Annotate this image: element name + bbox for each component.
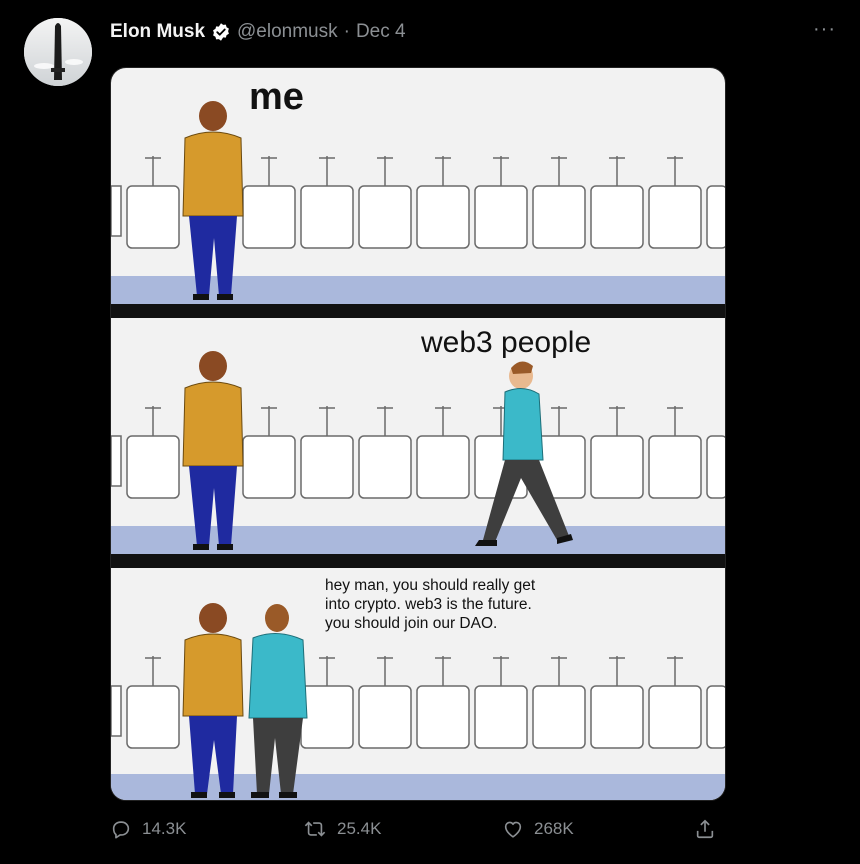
share-icon [696, 819, 714, 839]
retweet-icon [304, 821, 326, 837]
panel-divider [111, 304, 725, 318]
starship-avatar-image [24, 18, 92, 86]
tweet-actions: 14.3K 25.4K 268K [110, 818, 726, 848]
meme-panel-2: web3 people [111, 318, 725, 554]
like-count: 268K [534, 819, 574, 838]
reply-icon [112, 821, 130, 839]
man-yellow-hoodie [182, 101, 244, 300]
man-yellow-hoodie [182, 351, 244, 550]
panel-divider [111, 554, 725, 568]
like-button[interactable]: 268K [502, 818, 574, 840]
urinal-row-illustration [111, 101, 725, 304]
separator-dot: · [343, 21, 350, 42]
tweet-media[interactable]: me web3 people hey man, you should reall… [110, 67, 726, 801]
verified-badge-icon [211, 22, 231, 42]
meme-panel-3: hey man, you should really get into cryp… [111, 568, 725, 800]
tweet-header: Elon Musk @elonmusk · Dec 4 [110, 20, 406, 44]
tweet-date[interactable]: Dec 4 [356, 21, 406, 43]
author-name[interactable]: Elon Musk [110, 21, 205, 43]
retweet-button[interactable]: 25.4K [303, 818, 381, 840]
reply-count: 14.3K [142, 819, 187, 838]
avatar[interactable] [24, 18, 92, 86]
panel-2-caption: web3 people [421, 326, 592, 359]
reply-button[interactable]: 14.3K [110, 818, 186, 840]
panel-1-caption: me [249, 76, 304, 118]
man-cyan-shirt-standing [248, 604, 308, 798]
more-icon[interactable]: ··· [813, 18, 836, 41]
man-yellow-hoodie [182, 603, 244, 798]
urinal-row-illustration [111, 351, 725, 554]
share-button[interactable] [694, 818, 716, 840]
meme-panel-1: me [111, 68, 725, 304]
like-icon [504, 821, 522, 838]
author-handle[interactable]: @elonmusk [237, 21, 338, 43]
retweet-count: 25.4K [337, 819, 382, 838]
panel-3-caption: hey man, you should really get into cryp… [325, 577, 536, 632]
